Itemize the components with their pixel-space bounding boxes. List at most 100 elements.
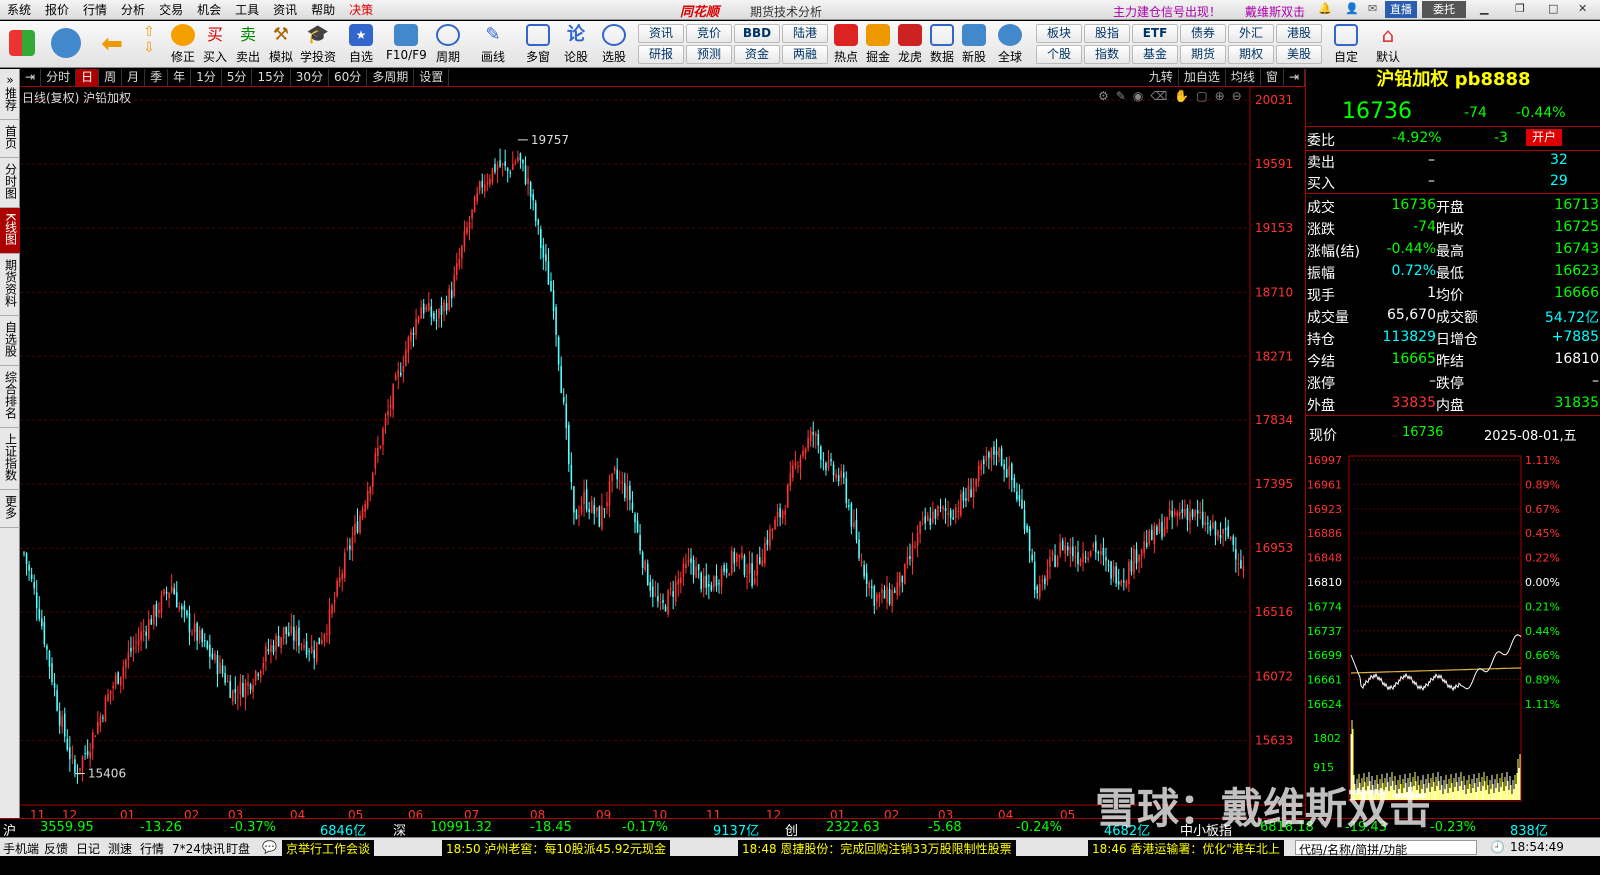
tab-home[interactable]: 首页 [0,120,20,158]
period-settings[interactable]: 设置 [414,69,450,86]
period-1min[interactable]: 1分 [191,69,222,86]
news-item[interactable]: 18:48 恩捷股份：完成回购注销33万股限制性股票 [738,840,1016,857]
pill-bbd[interactable]: BBD [734,24,780,43]
restore-icon[interactable]: ❐ [1515,2,1525,15]
news-item[interactable]: 18:50 泸州老窖：每10股派45.92元现金 [442,840,671,857]
period-5min[interactable]: 5分 [222,69,253,86]
pill-hk[interactable]: 港股 [1276,24,1322,43]
window-button[interactable]: 窗 [1261,69,1284,86]
monitor-link[interactable]: 盯盘 [226,840,250,857]
pill-etf[interactable]: ETF [1132,24,1178,43]
period-60min[interactable]: 60分 [329,69,368,86]
promo-link[interactable]: 主力建仓信号出现！ [1113,3,1221,20]
entrust-button[interactable]: 委托 [1422,1,1466,18]
pill-forex[interactable]: 外汇 [1228,24,1274,43]
toolbar-data[interactable]: 数据 [926,24,958,66]
mobile-link[interactable]: 手机端 [3,840,39,857]
pill-stock[interactable]: 个股 [1036,45,1082,64]
assistant-button[interactable] [50,24,82,66]
delete-icon[interactable]: ⌫ [1150,89,1174,103]
menu-item-quote[interactable]: 报价 [38,0,76,20]
open-account-button[interactable]: 开户 [1526,129,1563,146]
toolbar-sell[interactable]: 卖卖出 [232,24,264,66]
cy-index[interactable]: 2322.63 [826,820,880,835]
period-multi[interactable]: 多周期 [367,69,415,86]
ma-button[interactable]: 均线 [1226,69,1261,86]
zoom-out-icon[interactable]: ⊖ [1232,89,1249,103]
settings-icon[interactable]: ⚙ [1098,89,1116,103]
market-link[interactable]: 行情 [140,840,164,857]
expand-icon[interactable]: ⇥ [20,69,42,86]
toolbar-dragon[interactable]: 龙虎 [894,24,926,66]
toolbar-custom[interactable]: 自定 [1330,24,1362,66]
toolbar-f10[interactable]: F10/F9 [386,24,427,66]
promo-link-2[interactable]: 戴维斯双击 [1245,3,1305,20]
period-30min[interactable]: 30分 [291,69,329,86]
toolbar-watchlist[interactable]: ★ 自选 [345,24,377,66]
news-item[interactable]: 京举行工作会谈 [282,840,375,857]
menu-item-trade[interactable]: 交易 [152,0,190,20]
pill-auction[interactable]: 竞价 [686,24,732,43]
menu-item-market[interactable]: 行情 [76,0,114,20]
tab-sh-index[interactable]: 上证指数 [0,428,20,490]
pill-index-fut[interactable]: 股指 [1084,24,1130,43]
bell-icon[interactable]: 🔔 [1318,2,1332,15]
toolbar-learn[interactable]: 🎓 学投资 [300,24,336,66]
menu-item-news[interactable]: 资讯 [266,0,304,20]
eye-icon[interactable]: ◉ [1133,89,1150,103]
pill-connect[interactable]: 陆港 [782,24,828,43]
menu-item-opportunity[interactable]: 机会 [190,0,228,20]
period-day[interactable]: 日 [76,69,100,86]
pill-us[interactable]: 美股 [1276,45,1322,64]
menu-item-decision[interactable]: 决策 [342,0,380,20]
period-15min[interactable]: 15分 [252,69,291,86]
period-month[interactable]: 月 [122,69,146,86]
kline-chart-area[interactable]: 20031 19591 19153 18710 18271 17834 17395 16953… [20,87,1305,822]
zoom-in-icon[interactable]: ⊕ [1215,89,1232,103]
pill-sector[interactable]: 板块 [1036,24,1082,43]
hand-icon[interactable]: ✋ [1174,89,1196,103]
mail-icon[interactable]: ✉ [1368,2,1377,15]
tab-more[interactable]: 更多 [0,490,20,528]
pill-bond[interactable]: 债券 [1180,24,1226,43]
tab-ranking[interactable]: 综合排名 [0,366,20,428]
tab-watchlist[interactable]: 自选股 [0,316,20,366]
feedback-link[interactable]: 反馈 [44,840,68,857]
toolbar-discuss[interactable]: 论论股 [560,24,592,66]
add-watchlist-button[interactable]: 加自选 [1179,69,1226,86]
toolbar-period[interactable]: 周期 [432,24,464,66]
flash-news-link[interactable]: 7*24快讯 [172,840,225,857]
menu-item-analysis[interactable]: 分析 [114,0,152,20]
live-button[interactable]: 直播 [1385,1,1417,18]
kline-chart[interactable]: 20031 19591 19153 18710 18271 17834 17395 16953… [20,87,1305,822]
toolbar-default[interactable]: ⌂ 默认 [1372,24,1404,66]
sz-index[interactable]: 10991.32 [430,820,492,835]
menu-item-help[interactable]: 帮助 [304,0,342,20]
pill-fund[interactable]: 基金 [1132,45,1178,64]
toolbar-screener[interactable]: 选股 [598,24,630,66]
toolbar-dig[interactable]: 掘金 [862,24,894,66]
minimize-icon[interactable]: ▁ [1480,2,1488,15]
news-item[interactable]: 18:46 香港运输署：优化"港车北上 [1088,840,1284,857]
lock-icon[interactable]: ▢ [1196,89,1214,103]
toolbar-buy[interactable]: 买买入 [199,24,231,66]
toolbar-draw[interactable]: ✎ 画线 [477,24,509,66]
maximize-icon[interactable]: □ [1548,2,1558,15]
period-week[interactable]: 周 [99,69,123,86]
sh-index[interactable]: 3559.95 [40,820,94,835]
jiuzhuan-button[interactable]: 九转 [1144,69,1179,86]
user-icon[interactable]: 👤 [1345,2,1359,15]
pill-futures[interactable]: 期货 [1180,45,1226,64]
layout-button[interactable] [6,24,38,66]
pill-margin[interactable]: 两融 [782,45,828,64]
period-quarter[interactable]: 季 [145,69,169,86]
chat-icon[interactable]: 💬 [262,840,277,854]
pill-options[interactable]: 期权 [1228,45,1274,64]
menu-item-system[interactable]: 系统 [0,0,38,20]
tab-timeshare[interactable]: 分时图 [0,158,20,208]
tab-kline[interactable]: K线图 [0,208,20,254]
tab-futures-info[interactable]: 期货资料 [0,254,20,316]
period-timeshare[interactable]: 分时 [41,69,77,86]
pill-index[interactable]: 指数 [1084,45,1130,64]
toolbar-hotspot[interactable]: 热点 [830,24,862,66]
